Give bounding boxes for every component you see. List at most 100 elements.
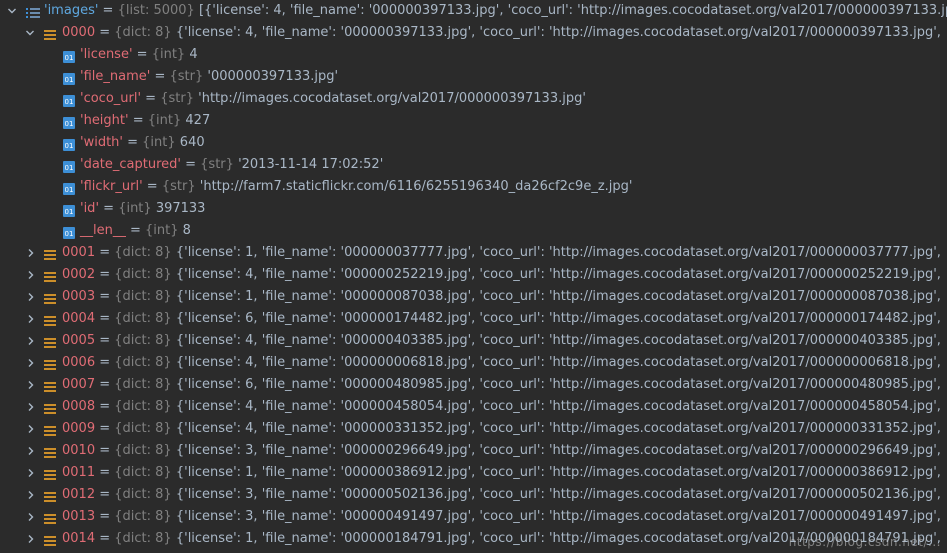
field-icon: 01 bbox=[63, 159, 75, 173]
field-value: 'http://farm7.staticflickr.com/6116/6255… bbox=[199, 179, 633, 194]
dict-icon bbox=[44, 379, 56, 392]
field-value: '2013-11-14 17:02:52' bbox=[238, 157, 384, 172]
row-index: 0014 bbox=[62, 531, 96, 546]
tree-row[interactable]: 0001 = {dict: 8} {'license': 1, 'file_na… bbox=[0, 242, 947, 264]
root-preview: [{'license': 4, 'file_name': '0000003971… bbox=[198, 3, 947, 18]
field-icon: 01 bbox=[63, 71, 75, 85]
chevron-right-icon[interactable] bbox=[25, 528, 37, 550]
dict-icon bbox=[44, 423, 56, 436]
field-name: 'id' bbox=[80, 201, 100, 216]
row-index: 0001 bbox=[62, 245, 96, 260]
field-value: 8 bbox=[182, 223, 191, 238]
field-row[interactable]: 01 'height' = {int} 427 bbox=[0, 110, 947, 132]
dict-icon bbox=[44, 313, 56, 326]
row-type: {dict: 8} bbox=[114, 267, 172, 282]
dict-icon bbox=[44, 533, 56, 546]
chevron-down-icon[interactable] bbox=[6, 0, 18, 22]
field-name: 'coco_url' bbox=[80, 91, 142, 106]
row-label: 0006 = {dict: 8} {'license': 4, 'file_na… bbox=[62, 355, 941, 370]
field-value: '000000397133.jpg' bbox=[207, 69, 339, 84]
field-row[interactable]: 01 'date_captured' = {str} '2013-11-14 17… bbox=[0, 154, 947, 176]
row-preview: {'license': 1, 'file_name': '00000038691… bbox=[175, 465, 941, 480]
chevron-right-icon[interactable] bbox=[25, 396, 37, 418]
row-type: {dict: 8} bbox=[114, 443, 172, 458]
field-label: 'width' = {int} 640 bbox=[80, 135, 205, 150]
svg-text:01: 01 bbox=[65, 120, 74, 128]
field-row[interactable]: 01 'flickr_url' = {str} 'http://farm7.sta… bbox=[0, 176, 947, 198]
field-name: 'flickr_url' bbox=[80, 179, 143, 194]
row-label: 0011 = {dict: 8} {'license': 1, 'file_na… bbox=[62, 465, 941, 480]
field-row[interactable]: 01 'width' = {int} 640 bbox=[0, 132, 947, 154]
field-row[interactable]: 01 __len__ = {int} 8 bbox=[0, 220, 947, 242]
chevron-right-icon[interactable] bbox=[25, 440, 37, 462]
row-preview: {'license': 4, 'file_name': '00000033135… bbox=[175, 421, 941, 436]
tree-row[interactable]: 0010 = {dict: 8} {'license': 3, 'file_na… bbox=[0, 440, 947, 462]
row-index: 0007 bbox=[62, 377, 96, 392]
chevron-right-icon[interactable] bbox=[25, 352, 37, 374]
chevron-right-icon[interactable] bbox=[25, 418, 37, 440]
tree-row[interactable]: 0007 = {dict: 8} {'license': 6, 'file_na… bbox=[0, 374, 947, 396]
field-label: 'flickr_url' = {str} 'http://farm7.stati… bbox=[80, 179, 633, 194]
row-preview: {'license': 3, 'file_name': '00000050213… bbox=[175, 487, 941, 502]
field-row[interactable]: 01 'license' = {int} 4 bbox=[0, 44, 947, 66]
chevron-right-icon[interactable] bbox=[25, 374, 37, 396]
row-preview: {'license': 4, 'file_name': '00000025221… bbox=[175, 267, 941, 282]
row-index: 0013 bbox=[62, 509, 96, 524]
row-label: 0008 = {dict: 8} {'license': 4, 'file_na… bbox=[62, 399, 941, 414]
chevron-right-icon[interactable] bbox=[25, 484, 37, 506]
row-type: {dict: 8} bbox=[114, 421, 172, 436]
field-row[interactable]: 01 'file_name' = {str} '000000397133.jpg' bbox=[0, 66, 947, 88]
row-index: 0008 bbox=[62, 399, 96, 414]
chevron-right-icon[interactable] bbox=[25, 330, 37, 352]
dict-icon bbox=[44, 291, 56, 304]
row-index: 0011 bbox=[62, 465, 96, 480]
field-label: 'license' = {int} 4 bbox=[80, 47, 198, 62]
row-label: 0010 = {dict: 8} {'license': 3, 'file_na… bbox=[62, 443, 941, 458]
row-label: 0007 = {dict: 8} {'license': 6, 'file_na… bbox=[62, 377, 941, 392]
field-icon: 01 bbox=[63, 137, 75, 151]
field-name: 'date_captured' bbox=[80, 157, 181, 172]
field-type: {int} bbox=[118, 201, 152, 216]
dict-icon bbox=[44, 269, 56, 282]
row-index: 0005 bbox=[62, 333, 96, 348]
field-name: __len__ bbox=[80, 223, 126, 238]
row-preview: {'license': 3, 'file_name': '00000029664… bbox=[175, 443, 941, 458]
row-label: 0003 = {dict: 8} {'license': 1, 'file_na… bbox=[62, 289, 941, 304]
list-icon bbox=[26, 5, 40, 18]
tree-row[interactable]: 0005 = {dict: 8} {'license': 4, 'file_na… bbox=[0, 330, 947, 352]
tree-row[interactable]: 0009 = {dict: 8} {'license': 4, 'file_na… bbox=[0, 418, 947, 440]
root-label: 'images' = {list: 5000} [{'license': 4, … bbox=[44, 0, 947, 22]
field-row[interactable]: 01 'id' = {int} 397133 bbox=[0, 198, 947, 220]
tree-row[interactable]: 0004 = {dict: 8} {'license': 6, 'file_na… bbox=[0, 308, 947, 330]
tree-row[interactable]: 0008 = {dict: 8} {'license': 4, 'file_na… bbox=[0, 396, 947, 418]
chevron-right-icon[interactable] bbox=[25, 242, 37, 264]
row-index: 0012 bbox=[62, 487, 96, 502]
chevron-right-icon[interactable] bbox=[25, 506, 37, 528]
chevron-right-icon[interactable] bbox=[25, 264, 37, 286]
tree-row[interactable]: 0006 = {dict: 8} {'license': 4, 'file_na… bbox=[0, 352, 947, 374]
chevron-right-icon[interactable] bbox=[25, 308, 37, 330]
chevron-right-icon[interactable] bbox=[25, 462, 37, 484]
tree-row-root[interactable]: 'images' = {list: 5000} [{'license': 4, … bbox=[0, 0, 947, 22]
row-type: {dict: 8} bbox=[114, 25, 172, 40]
tree-row[interactable]: 0013 = {dict: 8} {'license': 3, 'file_na… bbox=[0, 506, 947, 528]
field-label: 'coco_url' = {str} 'http://images.cocoda… bbox=[80, 91, 586, 106]
row-index: 0002 bbox=[62, 267, 96, 282]
row-label: 0013 = {dict: 8} {'license': 3, 'file_na… bbox=[62, 509, 941, 524]
tree-row[interactable]: 0011 = {dict: 8} {'license': 1, 'file_na… bbox=[0, 462, 947, 484]
tree-row[interactable]: 0002 = {dict: 8} {'license': 4, 'file_na… bbox=[0, 264, 947, 286]
tree-row-0000[interactable]: 0000 = {dict: 8} {'license': 4, 'file_na… bbox=[0, 22, 947, 44]
field-row[interactable]: 01 'coco_url' = {str} 'http://images.coco… bbox=[0, 88, 947, 110]
row-label: 0005 = {dict: 8} {'license': 4, 'file_na… bbox=[62, 333, 941, 348]
chevron-down-icon[interactable] bbox=[24, 22, 36, 44]
field-label: 'id' = {int} 397133 bbox=[80, 201, 206, 216]
chevron-right-icon[interactable] bbox=[25, 286, 37, 308]
row-preview: {'license': 6, 'file_name': '00000017448… bbox=[175, 311, 941, 326]
dict-icon bbox=[44, 27, 56, 40]
tree-row[interactable]: 0003 = {dict: 8} {'license': 1, 'file_na… bbox=[0, 286, 947, 308]
field-value: 640 bbox=[179, 135, 205, 150]
row-label: 0002 = {dict: 8} {'license': 4, 'file_na… bbox=[62, 267, 941, 282]
tree-row[interactable]: 0012 = {dict: 8} {'license': 3, 'file_na… bbox=[0, 484, 947, 506]
row-preview: {'license': 4, 'file_name': '00000000681… bbox=[175, 355, 941, 370]
field-name: 'license' bbox=[80, 47, 133, 62]
